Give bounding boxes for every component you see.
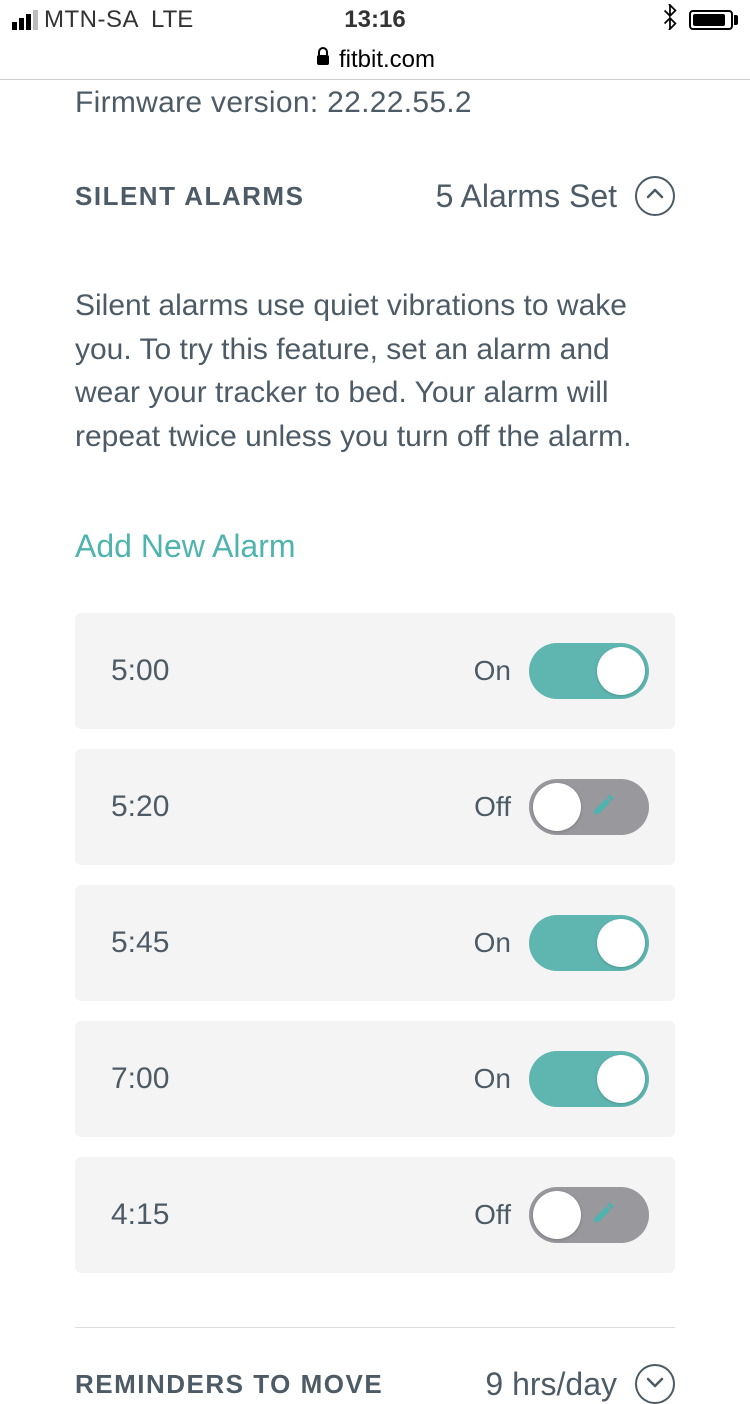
reminders-value: 9 hrs/day	[485, 1366, 617, 1403]
silent-alarms-description: Silent alarms use quiet vibrations to wa…	[75, 284, 675, 458]
alarm-toggle[interactable]	[529, 643, 649, 699]
alarm-item[interactable]: 5:00 On	[75, 613, 675, 729]
section-divider	[75, 1327, 675, 1328]
edit-icon	[591, 1200, 617, 1231]
alarm-time: 4:15	[111, 1198, 169, 1232]
alarm-toggle[interactable]	[529, 1187, 649, 1243]
url-bar[interactable]: fitbit.com	[0, 40, 750, 80]
reminders-expand-toggle[interactable]	[635, 1364, 675, 1404]
reminders-title: REMINDERS TO MOVE	[75, 1369, 383, 1400]
firmware-label: Firmware version:	[75, 86, 318, 119]
battery-icon	[689, 10, 738, 30]
edit-icon	[610, 658, 632, 685]
toggle-knob	[533, 783, 581, 831]
toggle-knob	[597, 1055, 645, 1103]
alarm-item[interactable]: 5:45 On	[75, 885, 675, 1001]
alarm-time: 7:00	[111, 1062, 169, 1096]
lock-icon	[315, 46, 331, 74]
alarm-time: 5:45	[111, 926, 169, 960]
toggle-knob	[597, 647, 645, 695]
edit-icon	[591, 792, 617, 823]
alarm-time: 5:00	[111, 654, 169, 688]
alarm-list: 5:00 On 5:20 Off 5:45 On 7:00 On 4:15 Off	[75, 613, 675, 1273]
edit-icon	[610, 930, 632, 957]
carrier-label: MTN-SA	[44, 6, 139, 34]
alarm-item[interactable]: 4:15 Off	[75, 1157, 675, 1273]
alarm-state-label: Off	[474, 791, 511, 823]
alarm-toggle[interactable]	[529, 779, 649, 835]
chevron-down-icon	[646, 1375, 664, 1393]
firmware-value: 22.22.55.2	[327, 86, 472, 119]
firmware-line: Firmware version: 22.22.55.2	[75, 86, 675, 120]
network-label: LTE	[151, 6, 193, 34]
status-left: MTN-SA LTE	[12, 6, 193, 34]
silent-alarms-title: SILENT ALARMS	[75, 181, 304, 212]
alarm-state-label: Off	[474, 1199, 511, 1231]
toggle-knob	[533, 1191, 581, 1239]
alarm-state-label: On	[474, 1063, 511, 1095]
add-new-alarm-link[interactable]: Add New Alarm	[75, 528, 296, 565]
toggle-knob	[597, 919, 645, 967]
silent-alarms-header: SILENT ALARMS 5 Alarms Set	[75, 176, 675, 216]
status-bar: MTN-SA LTE 13:16	[0, 0, 750, 40]
collapse-toggle[interactable]	[635, 176, 675, 216]
url-domain: fitbit.com	[339, 46, 435, 74]
reminders-header: REMINDERS TO MOVE 9 hrs/day	[75, 1364, 675, 1404]
alarm-toggle[interactable]	[529, 1051, 649, 1107]
alarm-item[interactable]: 7:00 On	[75, 1021, 675, 1137]
signal-icon	[12, 10, 38, 30]
bluetooth-icon	[661, 4, 679, 37]
alarm-item[interactable]: 5:20 Off	[75, 749, 675, 865]
edit-icon	[610, 1066, 632, 1093]
alarm-time: 5:20	[111, 790, 169, 824]
alarm-state-label: On	[474, 655, 511, 687]
alarms-count-label: 5 Alarms Set	[436, 178, 617, 215]
status-right	[661, 4, 738, 37]
alarm-toggle[interactable]	[529, 915, 649, 971]
alarm-state-label: On	[474, 927, 511, 959]
chevron-up-icon	[646, 187, 664, 205]
